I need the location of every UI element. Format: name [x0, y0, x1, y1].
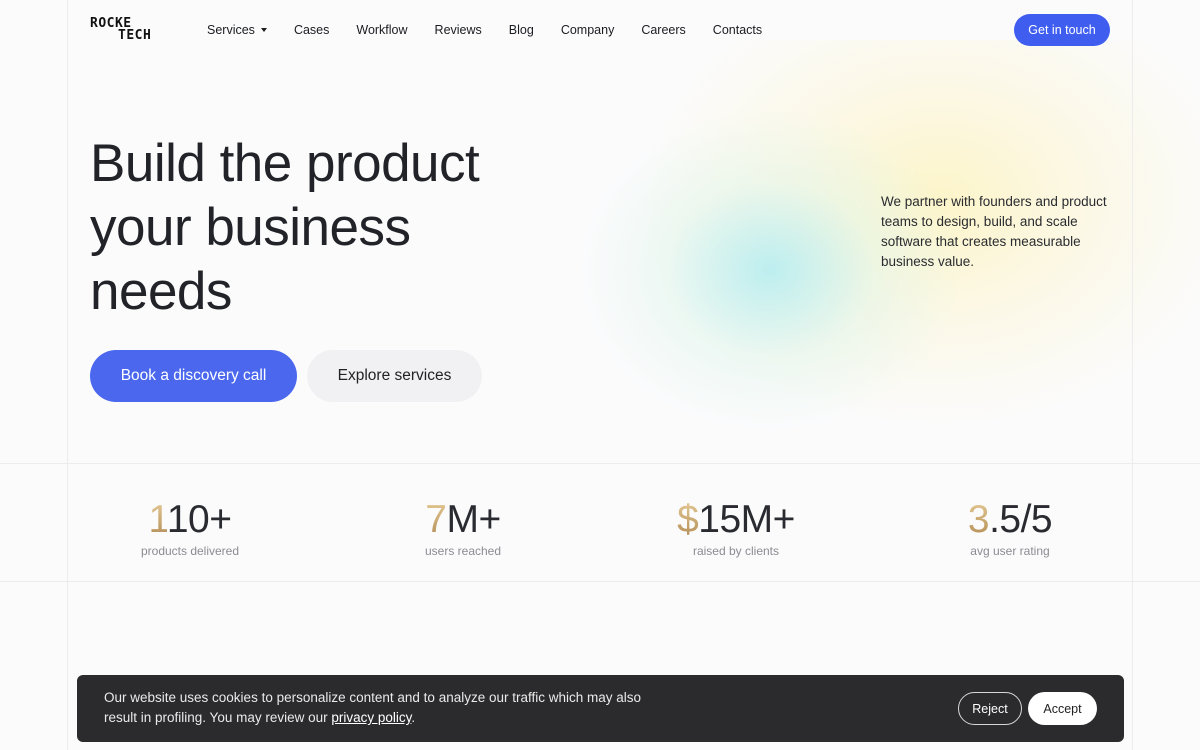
left-guide-line — [67, 0, 68, 750]
hero-title-line: needs — [90, 262, 232, 321]
nav-item-cases[interactable]: Cases — [294, 23, 329, 37]
stat-label: products delivered — [140, 544, 240, 558]
stats-bottom-divider — [0, 581, 1200, 582]
hero-description: We partner with founders and product tea… — [881, 194, 1107, 269]
stat-users-reached: 7M+ users reached — [343, 498, 583, 558]
nav-item-company[interactable]: Company — [561, 23, 615, 37]
privacy-policy-link[interactable]: privacy policy — [331, 710, 411, 725]
stat-products-delivered: 110+ products delivered — [70, 498, 310, 558]
stat-accent-digit: $ — [677, 498, 699, 541]
nav-item-services[interactable]: Services — [207, 23, 267, 37]
accept-cookies-button[interactable]: Accept — [1028, 692, 1097, 725]
explore-services-button[interactable]: Explore services — [307, 350, 482, 402]
stat-value-rest: .5/5 — [989, 498, 1053, 541]
cookie-message-end: . — [411, 710, 416, 725]
stat-accent-digit: 7 — [425, 498, 447, 541]
nav-item-blog[interactable]: Blog — [509, 23, 534, 37]
stat-value: 110+ — [70, 498, 310, 542]
stat-accent-digit: 3 — [967, 498, 990, 541]
stat-label: raised by clients — [692, 544, 780, 558]
right-guide-line — [1132, 0, 1133, 750]
logo-line-2: TECH — [118, 28, 152, 43]
stat-label: users reached — [424, 544, 502, 558]
stats-bar: 110+ products delivered 7M+ users reache… — [67, 464, 1132, 581]
cookie-message: Our website uses cookies to personalize … — [104, 688, 664, 728]
nav-item-workflow[interactable]: Workflow — [356, 23, 407, 37]
stat-avg-user-rating: 3.5/5 avg user rating — [890, 498, 1130, 558]
stat-raised-by-clients: $15M+ raised by clients — [616, 498, 856, 558]
logo-wordmark: ROCKE TECH — [90, 17, 152, 43]
hero-title-line: your business — [90, 198, 411, 257]
book-discovery-call-button[interactable]: Book a discovery call — [90, 350, 297, 402]
stat-value: $15M+ — [616, 498, 856, 542]
stat-accent-digit: 1 — [148, 498, 168, 541]
stat-value-rest: 10+ — [166, 498, 232, 541]
site-header: ROCKE TECH Services Cases Workflow Revie… — [90, 14, 1110, 46]
logo[interactable]: ROCKE TECH — [90, 15, 170, 45]
hero-title: Build the product your business needs — [90, 132, 560, 324]
stat-value: 7M+ — [343, 498, 583, 542]
stat-label: avg user rating — [970, 544, 1050, 558]
stat-value-rest: M+ — [446, 498, 501, 541]
reject-cookies-button[interactable]: Reject — [958, 692, 1022, 725]
nav-item-reviews[interactable]: Reviews — [435, 23, 482, 37]
hero-title-line: Build the product — [90, 134, 480, 193]
nav-item-label: Services — [207, 23, 255, 37]
cookie-banner: Our website uses cookies to personalize … — [77, 675, 1124, 742]
stat-value: 3.5/5 — [890, 498, 1130, 542]
chevron-down-icon — [260, 28, 267, 32]
nav-item-careers[interactable]: Careers — [641, 23, 685, 37]
get-in-touch-button[interactable]: Get in touch — [1014, 14, 1110, 46]
main-nav: Services Cases Workflow Reviews Blog Com… — [207, 23, 789, 37]
stat-value-rest: 15M+ — [698, 498, 795, 541]
nav-item-contacts[interactable]: Contacts — [713, 23, 762, 37]
